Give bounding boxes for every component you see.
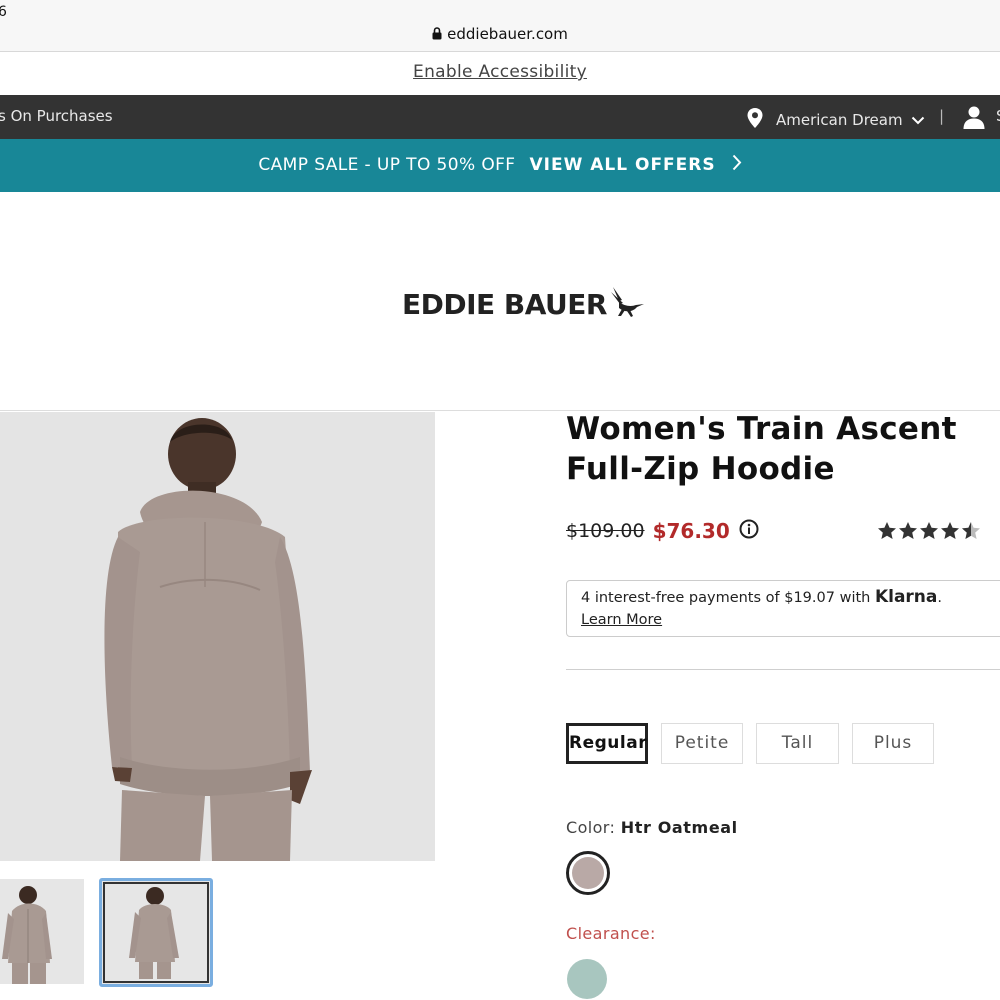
half-star-icon (961, 521, 981, 544)
location-pin-icon (746, 107, 764, 133)
header-logo-area: EDDIE BAUER (0, 192, 1000, 411)
fit-plus-button[interactable]: Plus (852, 723, 934, 764)
klarna-logo: Klarna (874, 587, 938, 607)
clearance-label: Clearance: (566, 924, 656, 943)
klarna-box: 4 interest-free payments of $19.07 with … (566, 580, 1000, 637)
logo-wordmark: EDDIE BAUER (402, 287, 607, 321)
info-icon[interactable] (739, 519, 759, 543)
star-icon (940, 521, 960, 544)
star-rating[interactable] (877, 521, 982, 544)
chevron-right-icon[interactable] (732, 154, 742, 175)
view-all-offers-link[interactable]: VIEW ALL OFFERS (529, 155, 715, 175)
fit-regular-button[interactable]: Regular (566, 723, 648, 764)
heron-logo-icon (609, 285, 645, 323)
swatch-fill (572, 857, 604, 889)
klarna-text-line: 4 interest-free payments of $19.07 with … (581, 587, 1000, 607)
user-icon[interactable] (962, 105, 986, 133)
promo-text[interactable]: s On Purchases (0, 107, 113, 125)
sale-price: $76.30 (652, 519, 730, 543)
klarna-payment-text: 4 interest-free payments of $19.07 with (581, 590, 875, 606)
original-price: $109.00 (566, 520, 645, 542)
color-swatch-htr-oatmeal[interactable] (566, 851, 610, 895)
accessibility-strip: Enable Accessibility (0, 52, 1000, 95)
star-icon (919, 521, 939, 544)
learn-more-link[interactable]: Learn More (581, 612, 662, 628)
store-name: American Dream (776, 111, 903, 129)
offer-banner: CAMP SALE - UP TO 50% OFF VIEW ALL OFFER… (0, 139, 1000, 192)
utility-divider: | (939, 107, 945, 125)
browser-url-bar: 6 eddiebauer.com (0, 0, 1000, 52)
enable-accessibility-link[interactable]: Enable Accessibility (413, 62, 587, 82)
lock-icon (432, 26, 442, 44)
product-thumbnail-front[interactable] (0, 879, 84, 984)
fit-petite-button[interactable]: Petite (661, 723, 743, 764)
store-selector[interactable]: American Dream (746, 107, 925, 133)
product-thumbnail-back-selected[interactable] (99, 878, 213, 987)
status-time: 6 (0, 4, 7, 20)
section-divider (566, 669, 1000, 670)
star-icon (877, 521, 897, 544)
color-label: Color: Htr Oatmeal (566, 818, 738, 837)
address-bar[interactable]: eddiebauer.com (0, 25, 1000, 44)
price-row: $109.00 $76.30 (566, 519, 759, 543)
chevron-down-icon (911, 111, 925, 129)
color-value: Htr Oatmeal (620, 818, 738, 837)
fit-tall-button[interactable]: Tall (756, 723, 839, 764)
star-icon (898, 521, 918, 544)
account-label[interactable]: S (996, 107, 1000, 125)
klarna-suffix: . (937, 590, 942, 606)
color-label-prefix: Color: (566, 818, 616, 837)
product-title: Women's Train Ascent Full-Zip Hoodie (566, 411, 957, 487)
url-text: eddiebauer.com (447, 25, 568, 43)
camp-sale-text: CAMP SALE - UP TO 50% OFF (258, 154, 516, 175)
utility-bar: s On Purchases American Dream | S (0, 95, 1000, 139)
color-swatch-clearance[interactable] (567, 959, 607, 999)
product-main-image[interactable] (0, 412, 435, 861)
brand-logo[interactable]: EDDIE BAUER (402, 285, 645, 323)
